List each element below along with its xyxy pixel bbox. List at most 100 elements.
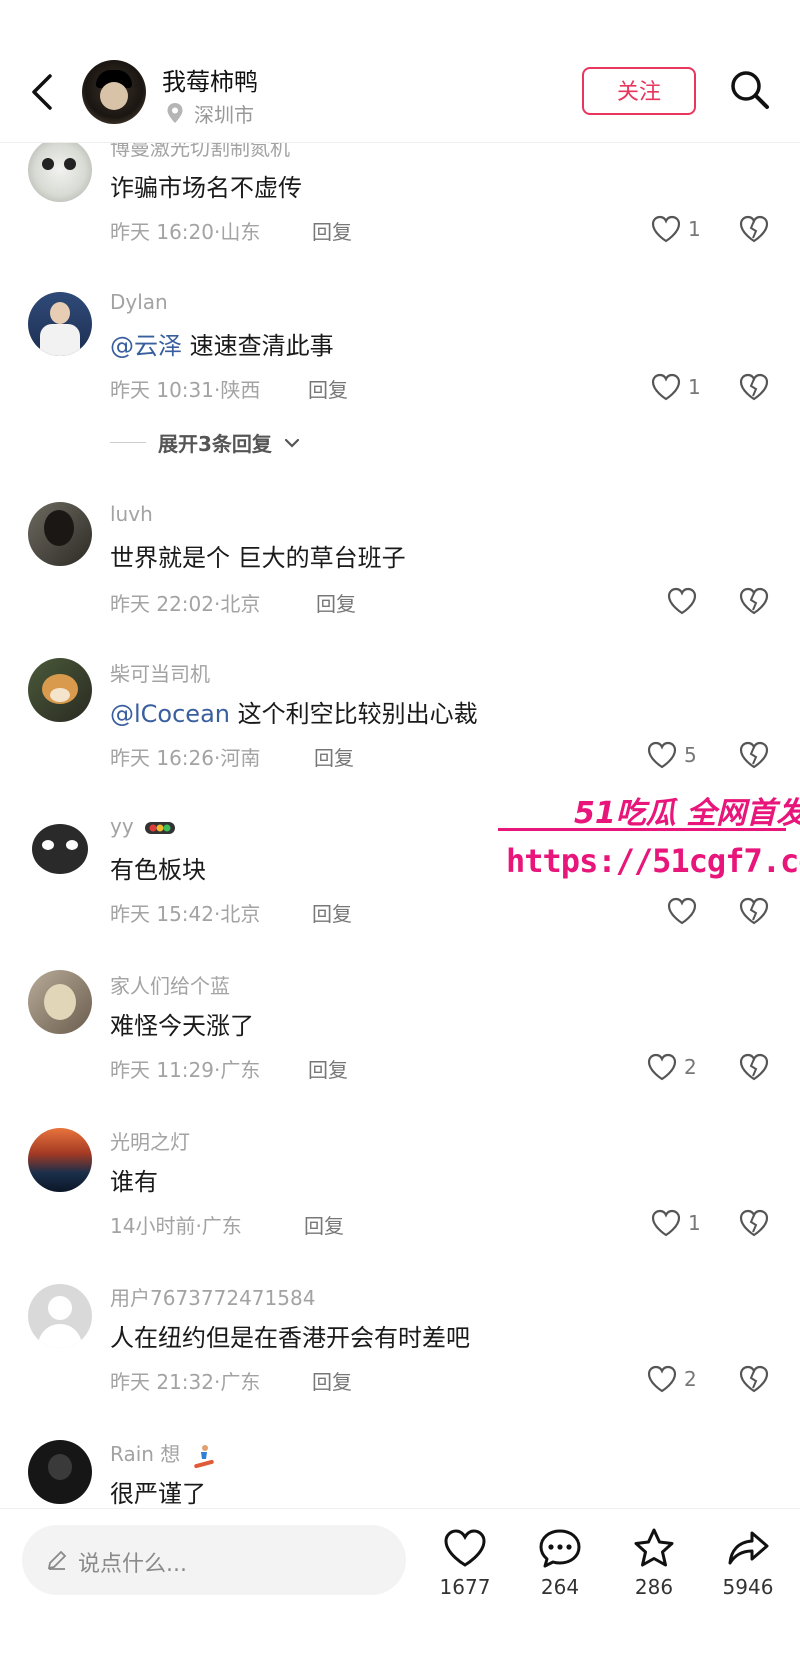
author-avatar[interactable] — [82, 60, 146, 124]
follow-button[interactable]: 关注 — [582, 67, 696, 115]
dislike-button[interactable] — [738, 586, 770, 620]
share-action-button[interactable]: 5946 — [703, 1527, 793, 1599]
commenter-avatar[interactable] — [28, 816, 92, 880]
heart-icon — [647, 1053, 677, 1081]
like-action-button[interactable]: 1677 — [420, 1527, 510, 1599]
reply-button[interactable]: 回复 — [312, 898, 352, 927]
author-name[interactable]: 我莓柿鸭 — [162, 62, 258, 97]
comment-text: 谁有 — [110, 1168, 158, 1196]
dislike-button[interactable] — [738, 896, 770, 930]
broken-heart-icon — [739, 741, 769, 769]
commenter-name[interactable]: yy — [110, 814, 176, 838]
comment-text: 很严谨了 — [110, 1480, 206, 1508]
search-button[interactable] — [728, 68, 772, 116]
author-location: 深圳市 — [194, 103, 254, 127]
commenter-avatar[interactable] — [28, 1128, 92, 1192]
pen-icon — [47, 1550, 67, 1570]
share-count: 5946 — [722, 1575, 774, 1599]
heart-icon — [651, 1209, 681, 1237]
commenter-name[interactable]: 用户7673772471584 — [110, 1282, 315, 1311]
commenter-name[interactable]: luvh — [110, 502, 153, 526]
commenter-avatar[interactable] — [28, 138, 92, 202]
heart-icon — [647, 741, 677, 769]
dislike-button[interactable] — [738, 1364, 770, 1398]
commenter-name[interactable]: 柴可当司机 — [110, 658, 210, 687]
dislike-button[interactable] — [738, 1208, 770, 1242]
chevron-down-icon — [284, 438, 300, 448]
comment-text: 世界就是个 巨大的草台班子 — [110, 544, 406, 572]
commenter-name[interactable]: 光明之灯 — [110, 1126, 190, 1155]
commenter-avatar[interactable] — [28, 1284, 92, 1348]
like-button[interactable] — [666, 586, 704, 616]
comment-time-location: 昨天 15:42·北京 — [110, 902, 261, 926]
expand-replies-label: 展开3条回复 — [158, 432, 272, 456]
comment-bubble-icon — [539, 1529, 581, 1568]
watermark-divider — [498, 828, 786, 831]
favorite-action-button[interactable]: 286 — [609, 1527, 699, 1599]
commenter-avatar[interactable] — [28, 658, 92, 722]
broken-heart-icon — [739, 1053, 769, 1081]
reply-button[interactable]: 回复 — [308, 374, 348, 403]
dislike-button[interactable] — [738, 1052, 770, 1086]
snowboarder-icon — [193, 1444, 214, 1468]
reply-button[interactable]: 回复 — [304, 1210, 344, 1239]
dislike-button[interactable] — [738, 740, 770, 774]
comment-action-button[interactable]: 264 — [515, 1527, 605, 1599]
top-bar: 我莓柿鸭 深圳市 关注 — [0, 0, 800, 143]
heart-icon — [667, 587, 697, 615]
comment-text: 有色板块 — [110, 856, 206, 884]
reply-button[interactable]: 回复 — [312, 1366, 352, 1395]
broken-heart-icon — [739, 373, 769, 401]
comment-input[interactable]: 说点什么... — [22, 1525, 406, 1595]
watermark-url: https://51cgf7.com — [506, 842, 800, 880]
commenter-avatar[interactable] — [28, 502, 92, 566]
heart-icon — [651, 215, 681, 243]
reply-button[interactable]: 回复 — [312, 216, 352, 245]
broken-heart-icon — [739, 1209, 769, 1237]
comment-time-location: 昨天 10:31·陕西 — [110, 378, 261, 402]
like-button[interactable]: 2 — [646, 1052, 697, 1082]
comment-text: 难怪今天涨了 — [110, 1012, 254, 1040]
commenter-avatar[interactable] — [28, 292, 92, 356]
like-button[interactable]: 1 — [650, 214, 701, 244]
comment-count: 264 — [540, 1575, 580, 1599]
comment-time-location: 昨天 11:29·广东 — [110, 1058, 261, 1082]
like-count: 1 — [688, 217, 701, 241]
broken-heart-icon — [739, 1365, 769, 1393]
watermark-title: 51吃瓜 全网首发 — [574, 796, 800, 831]
broken-heart-icon — [739, 215, 769, 243]
heart-icon — [647, 1365, 677, 1393]
reply-button[interactable]: 回复 — [314, 742, 354, 771]
comment-input-placeholder: 说点什么... — [78, 1552, 187, 1577]
chevron-left-icon — [32, 74, 52, 110]
heart-icon — [444, 1529, 486, 1567]
broken-heart-icon — [739, 897, 769, 925]
mention-link[interactable]: @lCocean — [110, 700, 230, 728]
like-button[interactable]: 5 — [646, 740, 697, 770]
favorite-count: 286 — [634, 1575, 674, 1599]
share-arrow-icon — [728, 1531, 769, 1565]
commenter-name[interactable]: Dylan — [110, 290, 168, 314]
commenter-avatar[interactable] — [28, 970, 92, 1034]
star-icon — [634, 1528, 674, 1567]
comment-time-location: 昨天 16:20·山东 — [110, 220, 261, 244]
mention-link[interactable]: @云泽 — [110, 332, 182, 360]
comment-body: 这个利空比较别出心裁 — [230, 700, 478, 728]
commenter-avatar[interactable] — [28, 1440, 92, 1504]
commenter-name[interactable]: 家人们给个蓝 — [110, 970, 230, 999]
like-button[interactable] — [666, 896, 704, 926]
like-button[interactable]: 2 — [646, 1364, 697, 1394]
heart-icon — [651, 373, 681, 401]
like-button[interactable]: 1 — [650, 372, 701, 402]
search-icon — [731, 71, 769, 109]
like-button[interactable]: 1 — [650, 1208, 701, 1238]
bottom-bar: 说点什么... 1677 264 286 5946 — [0, 1508, 800, 1660]
like-count: 1677 — [439, 1575, 491, 1599]
dislike-button[interactable] — [738, 214, 770, 248]
reply-button[interactable]: 回复 — [316, 588, 356, 617]
expand-replies-button[interactable]: 展开3条回复 — [110, 428, 300, 457]
reply-button[interactable]: 回复 — [308, 1054, 348, 1083]
dislike-button[interactable] — [738, 372, 770, 406]
commenter-name[interactable]: Rain 想 — [110, 1438, 217, 1469]
back-button[interactable] — [24, 68, 64, 116]
